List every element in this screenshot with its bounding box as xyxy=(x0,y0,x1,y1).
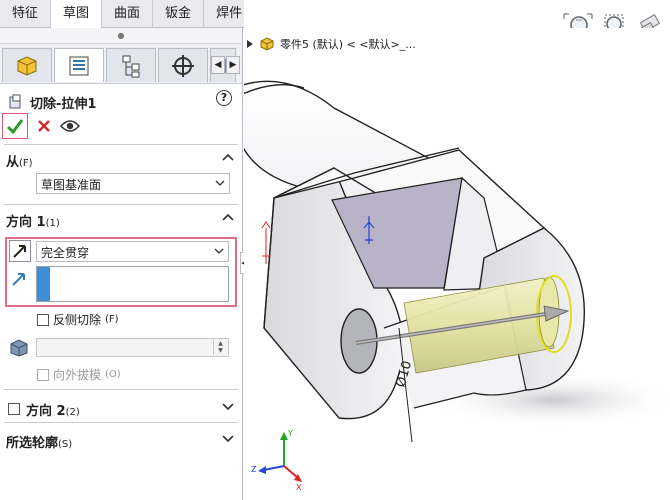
chevron-up-icon xyxy=(222,213,234,221)
tabs-scroll-left-button[interactable]: ◀ xyxy=(211,56,225,74)
svg-text:Z: Z xyxy=(251,465,257,474)
tab-surfaces[interactable]: 曲面 xyxy=(102,0,154,28)
selected-contours-label: 所选轮廓 xyxy=(6,436,59,451)
direction1-group-label: 方向 1 xyxy=(6,215,46,230)
close-icon xyxy=(38,120,50,132)
chevron-down-icon xyxy=(222,435,234,443)
tab-sketch[interactable]: 草图 xyxy=(51,0,103,29)
model-3d-preview[interactable]: Ø10 xyxy=(244,28,670,500)
help-button[interactable]: ? xyxy=(216,90,232,106)
from-start-condition-select[interactable]: 草图基准面 xyxy=(36,173,230,194)
property-manager-header: 切除-拉伸1 ? xyxy=(0,84,242,112)
eye-icon xyxy=(60,120,80,132)
property-manager-icon[interactable] xyxy=(54,48,104,82)
tab-sheet-metal[interactable]: 钣金 xyxy=(153,0,205,28)
flip-side-label: 反侧切除 xyxy=(53,313,102,327)
checkmark-icon xyxy=(6,119,24,135)
feature-manager-icon[interactable] xyxy=(2,48,52,82)
ok-button[interactable] xyxy=(2,113,28,139)
reverse-arrow-icon xyxy=(13,245,26,258)
draft-angle-spinner[interactable]: ▲ ▼ xyxy=(36,338,229,357)
cancel-button[interactable] xyxy=(34,116,54,136)
cut-extrude-icon xyxy=(9,94,21,109)
chevron-down-icon xyxy=(214,248,224,254)
reverse-direction-button[interactable] xyxy=(9,240,31,262)
direction2-group-header[interactable]: 方向 2(2) xyxy=(0,394,242,419)
draft-outward-row: 向外拔模 (O) xyxy=(37,366,121,383)
expand-arrow-icon[interactable] xyxy=(246,39,254,49)
chevron-up-icon xyxy=(222,153,234,161)
draft-icon xyxy=(10,339,28,357)
configuration-manager-icon[interactable] xyxy=(106,48,156,82)
chevron-down-icon xyxy=(215,180,225,186)
property-manager-title: 切除-拉伸1 xyxy=(30,96,97,112)
graphics-viewport[interactable]: Ø10 Y Z X xyxy=(244,28,670,500)
draft-outward-checkbox[interactable] xyxy=(37,368,49,381)
direction-vector-icon xyxy=(12,273,25,286)
from-group-header[interactable]: 从(F) xyxy=(0,145,242,170)
feature-tree-flyout[interactable]: 零件5 (默认) < <默认>_... xyxy=(246,36,416,52)
selection-color-bar xyxy=(37,267,50,301)
svg-text:X: X xyxy=(296,483,302,492)
flip-side-checkbox[interactable] xyxy=(37,313,49,326)
chevron-down-icon xyxy=(222,403,234,411)
direction2-group-label: 方向 2 xyxy=(26,403,66,419)
direction2-checkbox[interactable] xyxy=(8,403,20,415)
flip-side-row: 反侧切除 (F) xyxy=(37,311,119,328)
property-manager-panel: ● ◀ ▶ 切除-拉伸1 ? 从(F) 草图基准面 方向 1(1) 完全贯穿 反… xyxy=(0,28,243,500)
draft-outward-label: 向外拔模 xyxy=(53,368,102,382)
part-icon xyxy=(260,37,274,51)
selected-contours-group-header[interactable]: 所选轮廓(S) xyxy=(0,426,242,451)
viewport-header xyxy=(244,0,670,41)
dim-xpert-icon[interactable] xyxy=(158,48,208,82)
reference-triad-icon: Y Z X xyxy=(251,429,302,492)
draft-toggle-button[interactable] xyxy=(8,337,30,357)
direction-reference-field[interactable] xyxy=(36,266,229,302)
preview-button[interactable] xyxy=(60,116,80,136)
svg-text:Y: Y xyxy=(287,429,293,438)
end-condition-select[interactable]: 完全贯穿 xyxy=(36,241,229,262)
from-group-label: 从 xyxy=(6,155,20,170)
confirm-actions xyxy=(0,112,242,140)
direction1-group-header[interactable]: 方向 1(1) xyxy=(0,205,242,230)
panel-grip[interactable]: ● xyxy=(0,28,242,44)
manager-tabs: ◀ ▶ xyxy=(0,44,242,84)
part-name: 零件5 (默认) < <默认>_... xyxy=(280,38,416,51)
tab-features[interactable]: 特征 xyxy=(0,0,52,28)
tabs-scroll-right-button[interactable]: ▶ xyxy=(226,56,240,74)
